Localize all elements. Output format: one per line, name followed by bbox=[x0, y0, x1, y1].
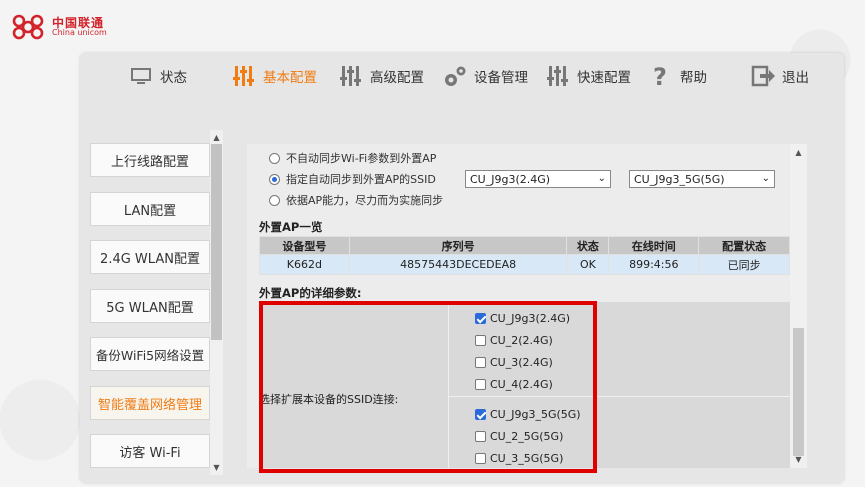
nav-advanced-config[interactable]: 高级配置 bbox=[338, 53, 424, 99]
ssid-checkbox-24g-1[interactable]: CU_J9g3(2.4G) bbox=[475, 312, 570, 325]
sidebar-item-24g-wlan[interactable]: 2.4G WLAN配置 bbox=[90, 240, 210, 274]
scroll-up-arrow-icon[interactable]: ▲ bbox=[211, 132, 222, 143]
sidebar-item-lan-config[interactable]: LAN配置 bbox=[90, 192, 210, 226]
ssid-checkbox-24g-3[interactable]: CU_3(2.4G) bbox=[475, 356, 553, 369]
checkbox[interactable] bbox=[475, 409, 486, 420]
nav-label: 高级配置 bbox=[370, 70, 424, 86]
sliders-icon bbox=[338, 63, 364, 89]
ssid-24g-select[interactable]: CU_J9g3(2.4G) ⌄ bbox=[465, 170, 611, 188]
checkbox[interactable] bbox=[475, 453, 486, 464]
column-header: 配置状态 bbox=[698, 236, 790, 255]
scroll-down-arrow-icon[interactable]: ▼ bbox=[793, 454, 804, 465]
ssid-label: CU_3(2.4G) bbox=[490, 356, 553, 369]
ssid-label: CU_J9g3_5G(5G) bbox=[490, 408, 581, 421]
brand-name-en: China unicom bbox=[52, 28, 107, 38]
table-cell: 899:4:56 bbox=[608, 254, 700, 275]
ssid-label: CU_3_5G(5G) bbox=[490, 452, 564, 465]
scroll-up-arrow-icon[interactable]: ▲ bbox=[793, 147, 804, 158]
ssid-5g-select[interactable]: CU_J9g3_5G(5G) ⌄ bbox=[629, 170, 775, 188]
nav-label: 基本配置 bbox=[263, 70, 317, 86]
unicom-knot-icon bbox=[10, 12, 46, 42]
column-header: 序列号 bbox=[348, 236, 568, 255]
column-header: 设备型号 bbox=[259, 236, 350, 255]
svg-text:?: ? bbox=[653, 63, 667, 89]
sliders-icon bbox=[231, 63, 257, 89]
checkbox[interactable] bbox=[475, 431, 486, 442]
nav-label: 帮助 bbox=[680, 70, 707, 86]
table-cell: 48575443DECEDEA8 bbox=[348, 254, 568, 275]
ssid-extend-label-text: 选择扩展本设备的SSID连接: bbox=[259, 393, 399, 406]
nav-device-management[interactable]: 设备管理 bbox=[442, 53, 528, 99]
nav-quick-config[interactable]: 快速配置 bbox=[545, 53, 631, 99]
ssid-checkbox-24g-4[interactable]: CU_4(2.4G) bbox=[475, 378, 553, 391]
gears-icon bbox=[442, 63, 468, 89]
sidebar-scroll-thumb[interactable] bbox=[211, 144, 222, 340]
sidebar: 上行线路配置 LAN配置 2.4G WLAN配置 5G WLAN配置 备份WiF… bbox=[87, 130, 222, 475]
radio-button[interactable] bbox=[269, 194, 280, 206]
sync-option-label: 依据AP能力，尽力而为实施同步 bbox=[286, 194, 444, 207]
sidebar-item-smart-coverage[interactable]: 智能覆盖网络管理 bbox=[90, 386, 210, 420]
ap-list-title: 外置AP一览 bbox=[259, 220, 323, 234]
top-navigation: 状态 基本配置 高级配置 设备管理 快速配置 ? 帮助 退出 bbox=[80, 53, 844, 99]
ssid-label: CU_4(2.4G) bbox=[490, 378, 553, 391]
detail-params-title: 外置AP的详细参数: bbox=[259, 286, 362, 300]
nav-label: 状态 bbox=[160, 70, 187, 86]
group-divider bbox=[449, 396, 790, 397]
ssid-label: CU_2_5G(5G) bbox=[490, 430, 564, 443]
china-unicom-logo: 中国联通 China unicom bbox=[10, 10, 120, 44]
checkbox[interactable] bbox=[475, 313, 486, 324]
ssid-checkbox-24g-2[interactable]: CU_2(2.4G) bbox=[475, 334, 553, 347]
table-cell: K662d bbox=[259, 254, 350, 275]
sync-option-none[interactable]: 不自动同步Wi-Fi参数到外置AP bbox=[269, 150, 436, 166]
nav-logout[interactable]: 退出 bbox=[750, 53, 809, 99]
checkbox[interactable] bbox=[475, 357, 486, 368]
column-header: 状态 bbox=[566, 236, 610, 255]
detail-params-grid: 选择扩展本设备的SSID连接: CU_J9g3(2.4G) CU_2(2.4G)… bbox=[259, 302, 790, 468]
checkbox[interactable] bbox=[475, 335, 486, 346]
ssid-label: CU_J9g3(2.4G) bbox=[490, 312, 571, 325]
ssid-label: CU_2(2.4G) bbox=[490, 334, 553, 347]
help-icon: ? bbox=[648, 63, 674, 91]
sync-option-label: 指定自动同步到外置AP的SSID bbox=[286, 173, 436, 186]
content-scrollbar[interactable]: ▲ ▼ bbox=[790, 144, 807, 468]
logout-icon bbox=[750, 63, 776, 89]
sync-option-best-effort[interactable]: 依据AP能力，尽力而为实施同步 bbox=[269, 192, 443, 208]
ssid-extend-label: 选择扩展本设备的SSID连接: bbox=[259, 302, 449, 468]
sync-option-label: 不自动同步Wi-Fi参数到外置AP bbox=[286, 152, 437, 165]
checkbox[interactable] bbox=[475, 379, 486, 390]
nav-basic-config[interactable]: 基本配置 bbox=[231, 53, 317, 99]
table-row[interactable]: K662d 48575443DECEDEA8 OK 899:4:56 已同步 bbox=[259, 254, 790, 275]
nav-status[interactable]: 状态 bbox=[128, 53, 187, 99]
nav-label: 设备管理 bbox=[474, 70, 528, 86]
nav-label: 退出 bbox=[782, 70, 809, 86]
table-cell: OK bbox=[566, 254, 610, 275]
sidebar-item-uplink-config[interactable]: 上行线路配置 bbox=[90, 143, 210, 177]
radio-button[interactable] bbox=[269, 173, 280, 185]
sidebar-item-guest-wifi[interactable]: 访客 Wi-Fi bbox=[90, 434, 210, 468]
sidebar-scrollbar[interactable]: ▲ ▼ bbox=[210, 130, 223, 475]
ssid-checkbox-5g-2[interactable]: CU_2_5G(5G) bbox=[475, 430, 563, 443]
ssid-24g-selected-value: CU_J9g3(2.4G) bbox=[470, 172, 551, 186]
table-cell: 已同步 bbox=[698, 254, 790, 275]
sliders-icon bbox=[545, 63, 571, 89]
chevron-down-icon: ⌄ bbox=[761, 173, 770, 184]
ssid-checkbox-5g-1[interactable]: CU_J9g3_5G(5G) bbox=[475, 408, 581, 421]
ap-list-table: 设备型号 序列号 状态 在线时间 配置状态 K662d 48575443DECE… bbox=[259, 236, 790, 275]
content-scroll-thumb[interactable] bbox=[793, 328, 804, 456]
chevron-down-icon: ⌄ bbox=[597, 173, 606, 184]
nav-label: 快速配置 bbox=[577, 70, 631, 86]
radio-button[interactable] bbox=[269, 152, 280, 164]
content-panel: 不自动同步Wi-Fi参数到外置AP 指定自动同步到外置AP的SSID 依据AP能… bbox=[247, 144, 807, 468]
nav-help[interactable]: ? 帮助 bbox=[648, 53, 707, 99]
ssid-5g-selected-value: CU_J9g3_5G(5G) bbox=[634, 172, 725, 186]
sidebar-item-backup-wifi5[interactable]: 备份WiFi5网络设置 bbox=[90, 337, 210, 371]
ssid-checkbox-5g-3[interactable]: CU_3_5G(5G) bbox=[475, 452, 563, 465]
column-header: 在线时间 bbox=[608, 236, 700, 255]
sync-option-specified[interactable]: 指定自动同步到外置AP的SSID bbox=[269, 171, 436, 187]
sidebar-item-5g-wlan[interactable]: 5G WLAN配置 bbox=[90, 289, 210, 323]
scroll-down-arrow-icon[interactable]: ▼ bbox=[211, 462, 222, 473]
monitor-icon bbox=[128, 63, 154, 89]
